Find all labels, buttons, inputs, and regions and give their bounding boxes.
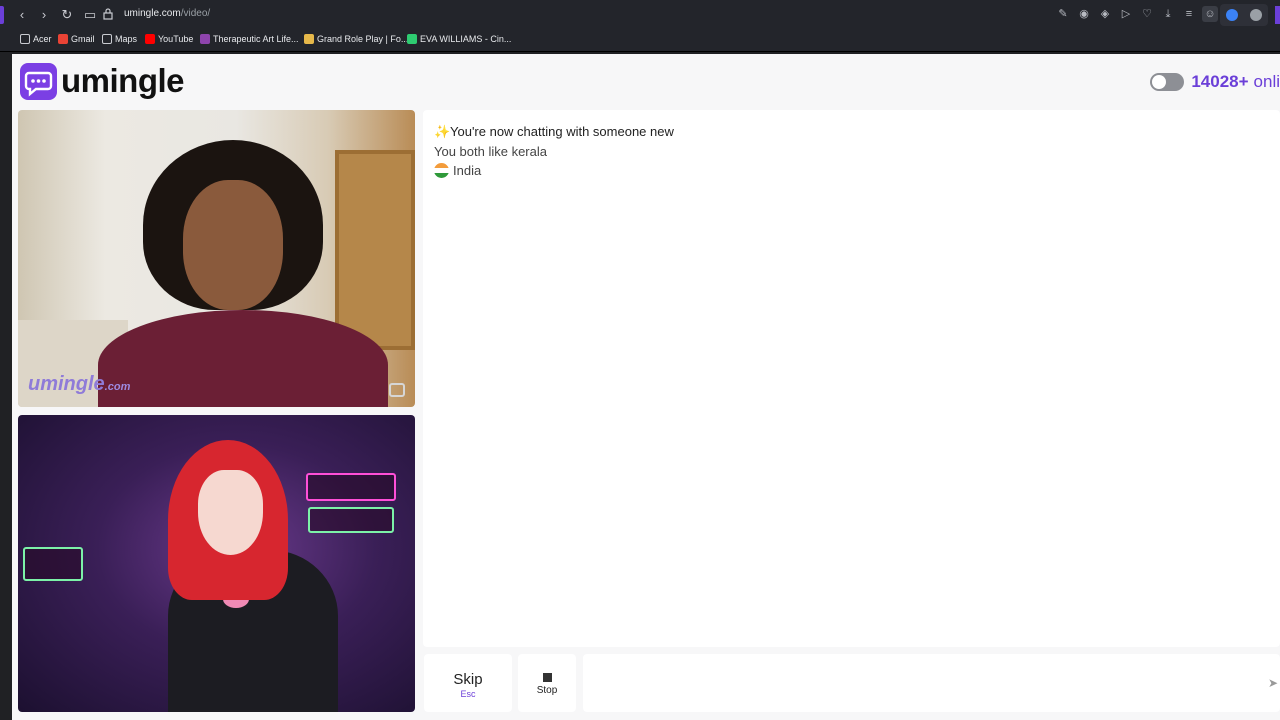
bookmark-label: Maps	[115, 34, 138, 44]
chat-log: ✨You're now chatting with someone new Yo…	[423, 110, 1280, 647]
local-video	[18, 415, 415, 712]
site-icon	[200, 34, 210, 44]
extension-icon[interactable]	[1250, 9, 1262, 21]
folder-icon	[20, 34, 30, 44]
profile-icon[interactable]: ☺	[1202, 6, 1218, 22]
chat-message-text: India	[453, 163, 482, 178]
avatar-face	[198, 470, 263, 555]
page: umingle 14028+ onli umingle.com ✨You're …	[12, 54, 1280, 720]
heart-icon[interactable]: ♡	[1139, 6, 1155, 22]
address-bar[interactable]: umingle.com/video/	[124, 8, 210, 19]
video-watermark: umingle.com	[28, 373, 130, 396]
bookmark-label: Therapeutic Art Life...	[213, 34, 299, 44]
remote-video: umingle.com	[18, 110, 415, 407]
back-icon[interactable]: ‹	[13, 6, 31, 24]
bookmarks-bar: Acer Gmail Maps YouTube Therapeutic Art …	[0, 30, 1280, 52]
chat-message-text: You're now chatting with someone new	[450, 124, 674, 139]
skip-shortcut: Esc	[460, 689, 476, 699]
browser-toolbar: ‹ › ↻ ▭ umingle.com/video/ ✎ ◉ ◈ ▷ ♡ ⤓ ≡…	[0, 0, 1280, 30]
watermark-brand: umingle	[28, 373, 105, 395]
forward-icon[interactable]: ›	[35, 6, 53, 24]
gmail-icon	[58, 34, 68, 44]
stop-label: Stop	[536, 685, 558, 696]
stop-icon	[542, 673, 552, 682]
bookmark-acer[interactable]: Acer	[20, 34, 52, 44]
site-logo[interactable]: umingle	[20, 62, 185, 100]
bookmark-eva-williams[interactable]: EVA WILLIAMS - Cin...	[407, 34, 511, 44]
youtube-icon	[145, 34, 155, 44]
download-icon[interactable]: ⤓	[1160, 6, 1176, 22]
bookmark-youtube[interactable]: YouTube	[145, 34, 193, 44]
chat-message: ✨You're now chatting with someone new	[434, 124, 674, 140]
skip-label: Skip	[453, 671, 483, 688]
neon-sign-left	[23, 547, 83, 581]
chat-message: India	[434, 163, 481, 178]
bookmark-gmail[interactable]: Gmail	[58, 34, 95, 44]
lock-icon	[103, 8, 113, 20]
camera-icon[interactable]: ◉	[1076, 6, 1092, 22]
url-host: umingle.com	[124, 8, 181, 19]
site-icon	[407, 34, 417, 44]
neon-sign-youtube	[306, 473, 396, 501]
shield-icon[interactable]: ◈	[1097, 6, 1113, 22]
bookmark-grand-role-play[interactable]: Grand Role Play | Fo...	[304, 34, 408, 44]
india-flag-icon	[434, 163, 449, 178]
logo-text: umingle	[61, 62, 185, 99]
extensions-area[interactable]	[1220, 4, 1268, 26]
url-path: /video/	[180, 8, 211, 19]
watermark-domain: .com	[104, 381, 131, 393]
site-icon	[304, 34, 314, 44]
bookmark-label: Gmail	[71, 34, 95, 44]
maps-icon	[102, 34, 112, 44]
chat-message: You both like kerala	[434, 144, 547, 159]
bookmark-therapeutic-art[interactable]: Therapeutic Art Life...	[200, 34, 299, 44]
edge-accent	[1275, 6, 1280, 24]
chat-message-text: You both like kerala	[434, 144, 547, 159]
chat-bubble-icon	[20, 62, 57, 100]
sparkle-icon: ✨	[434, 124, 451, 139]
bookmark-label: EVA WILLIAMS - Cin...	[420, 34, 512, 44]
online-status: 14028+ onli	[1150, 72, 1280, 92]
send-icon[interactable]: ➤	[1268, 676, 1280, 690]
extension-icon[interactable]	[1226, 9, 1238, 21]
message-input[interactable]	[583, 654, 1280, 712]
video-background-cabinet	[335, 150, 415, 350]
reload-icon[interactable]: ↻	[58, 6, 76, 24]
menu-icon[interactable]: ≡	[1181, 6, 1197, 22]
edit-icon[interactable]: ✎	[1055, 6, 1071, 22]
bookmark-maps[interactable]: Maps	[102, 34, 137, 44]
bookmark-label: Acer	[33, 34, 52, 44]
chat-overlay-icon[interactable]	[389, 383, 405, 397]
site-info-icon[interactable]: ▭	[81, 6, 99, 24]
stop-button[interactable]: Stop	[518, 654, 576, 712]
online-label: onli	[1253, 72, 1280, 91]
play-icon[interactable]: ▷	[1118, 6, 1134, 22]
bookmark-label: YouTube	[158, 34, 194, 44]
toggle-knob	[1152, 75, 1167, 89]
skip-button[interactable]: Skip Esc	[424, 654, 512, 712]
bookmark-label: Grand Role Play | Fo...	[317, 34, 409, 44]
online-count: 14028+	[1191, 72, 1249, 91]
tab-accent	[0, 6, 4, 24]
theme-toggle[interactable]	[1150, 73, 1185, 91]
neon-sign-kick	[308, 507, 394, 533]
video-person-face	[183, 180, 283, 310]
